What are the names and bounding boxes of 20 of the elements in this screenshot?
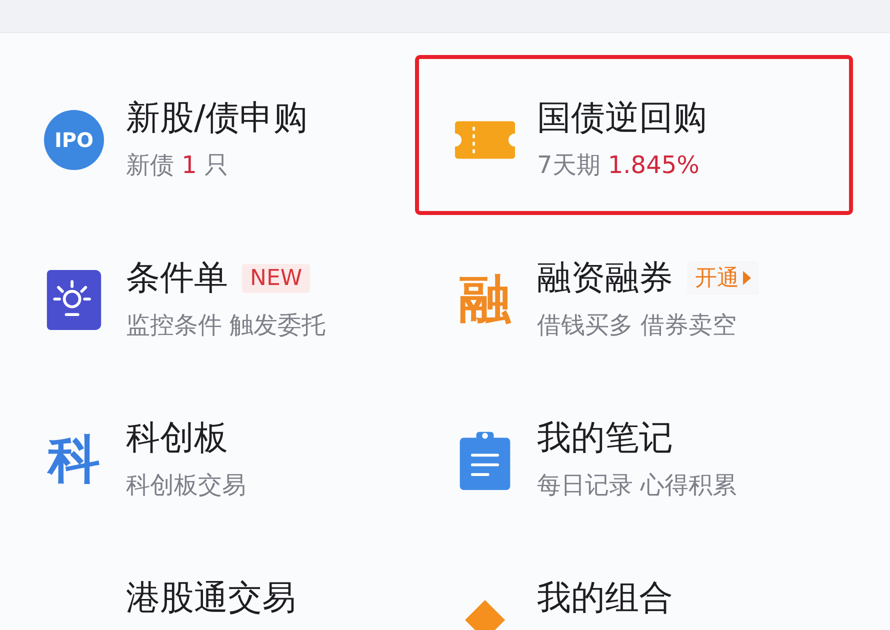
item-title[interactable]: 新股/债申购: [126, 95, 308, 141]
item-subtitle: 新债 1 只: [126, 150, 230, 181]
lightbulb-icon: [44, 270, 104, 330]
item-subtitle: 7天期 1.845%: [537, 150, 700, 181]
ipo-icon: IPO: [44, 110, 104, 170]
item-title[interactable]: 科创板: [126, 415, 228, 461]
item-subtitle: 借钱买多 借券卖空: [537, 310, 738, 341]
item-title[interactable]: 我的组合: [537, 575, 673, 621]
character-icon: 科: [48, 434, 100, 486]
item-title[interactable]: 港股通交易: [126, 575, 296, 621]
item-subtitle: 科创板交易: [126, 470, 246, 501]
item-title[interactable]: 条件单: [126, 255, 228, 301]
diamond-icon: [465, 600, 505, 630]
item-title[interactable]: 融资融券: [537, 255, 673, 301]
new-tag: NEW: [242, 264, 310, 292]
character-icon: 融: [459, 274, 511, 326]
item-title[interactable]: 我的笔记: [537, 415, 673, 461]
item-title[interactable]: 国债逆回购: [537, 95, 707, 141]
item-subtitle: 监控条件 触发委托: [126, 310, 326, 341]
item-subtitle: 每日记录 心得积累: [537, 470, 737, 501]
